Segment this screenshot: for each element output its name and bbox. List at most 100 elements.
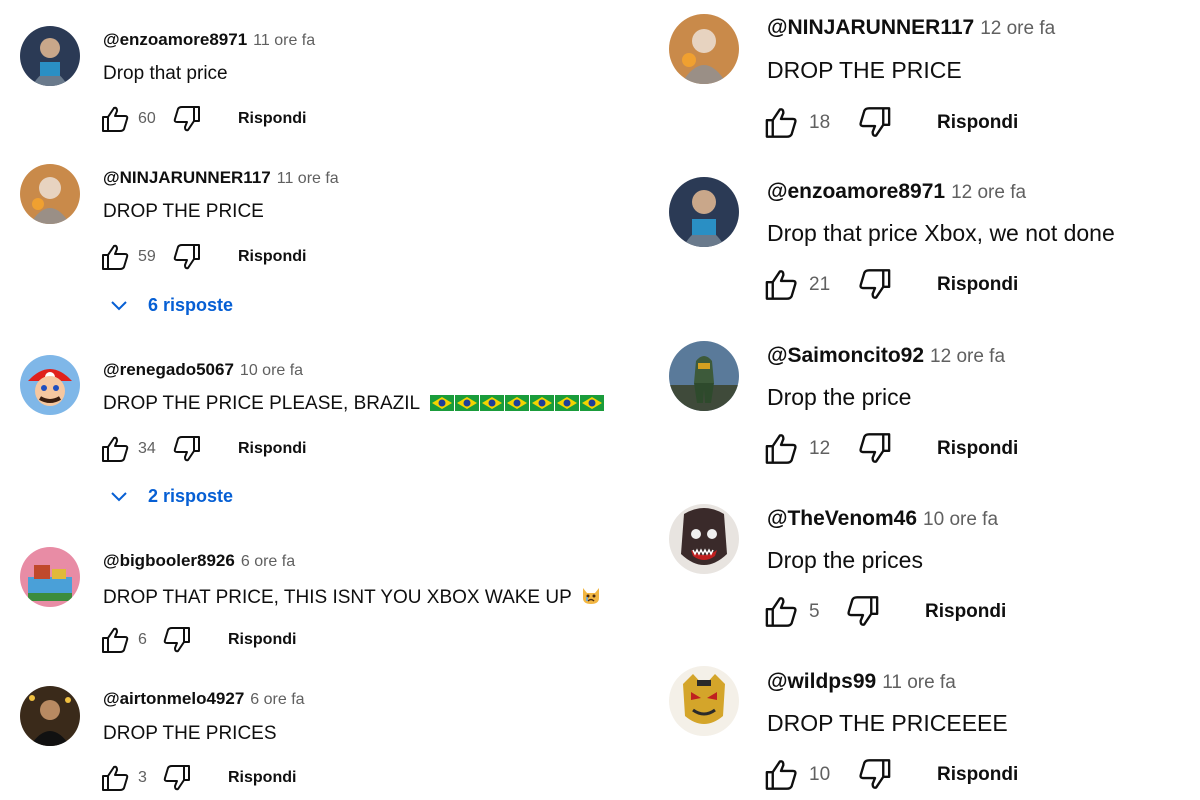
comment-actions: 3 Rispondi xyxy=(100,764,296,792)
comment-time[interactable]: 12 ore fa xyxy=(930,346,1005,367)
avatar[interactable] xyxy=(20,547,80,607)
comment-time[interactable]: 12 ore fa xyxy=(980,18,1055,39)
thumb-up-icon xyxy=(765,597,797,627)
comment-author[interactable]: @bigbooler8926 xyxy=(103,551,235,570)
comment-text: DROP THAT PRICE, THIS ISNT YOU XBOX WAKE… xyxy=(103,584,602,609)
comment-actions: 12 Rispondi xyxy=(763,432,1018,465)
like-button[interactable] xyxy=(100,105,130,133)
dislike-button[interactable] xyxy=(857,106,893,139)
thumb-up-icon xyxy=(765,434,797,464)
dislike-button[interactable] xyxy=(857,432,893,465)
comment-time[interactable]: 11 ore fa xyxy=(253,32,315,49)
brazil-flag-icon xyxy=(479,395,504,411)
like-button[interactable] xyxy=(763,758,799,791)
thumb-down-icon xyxy=(859,433,891,463)
like-button[interactable] xyxy=(763,106,799,139)
avatar[interactable] xyxy=(669,666,739,736)
dislike-button[interactable] xyxy=(845,595,881,628)
comment-author[interactable]: @wildps99 xyxy=(767,670,876,693)
reply-button[interactable]: Rispondi xyxy=(238,110,306,128)
comment-author[interactable]: @renegado5067 xyxy=(103,360,234,379)
comment-author[interactable]: @Saimoncito92 xyxy=(767,344,924,367)
reply-button[interactable]: Rispondi xyxy=(937,764,1018,786)
like-button[interactable] xyxy=(100,626,130,654)
reply-button[interactable]: Rispondi xyxy=(937,112,1018,134)
dislike-button[interactable] xyxy=(162,626,192,654)
comment-time[interactable]: 12 ore fa xyxy=(951,182,1026,203)
dislike-button[interactable] xyxy=(162,764,192,792)
avatar[interactable] xyxy=(669,341,739,411)
reply-button[interactable]: Rispondi xyxy=(937,274,1018,296)
brazil-flag-icon xyxy=(529,395,554,411)
thumb-down-icon xyxy=(859,269,891,299)
like-button[interactable] xyxy=(100,243,130,271)
view-replies-button[interactable]: 2 risposte xyxy=(108,485,233,507)
comment-author[interactable]: @enzoamore8971 xyxy=(103,30,247,49)
like-button[interactable] xyxy=(763,432,799,465)
comment-time[interactable]: 6 ore fa xyxy=(250,691,304,708)
reply-button[interactable]: Rispondi xyxy=(228,769,296,787)
comment-time[interactable]: 6 ore fa xyxy=(241,553,295,570)
comment-header: @NINJARUNNER117 12 ore fa xyxy=(767,16,1055,40)
comment-text: DROP THE PRICE PLEASE, BRAZIL xyxy=(103,393,604,415)
comment-header: @NINJARUNNER117 11 ore fa xyxy=(103,168,339,188)
avatar[interactable] xyxy=(669,504,739,574)
thumb-up-icon xyxy=(102,436,129,462)
thumb-up-icon xyxy=(102,765,129,791)
comment-header: @Saimoncito92 12 ore fa xyxy=(767,344,1005,368)
dislike-button[interactable] xyxy=(857,268,893,301)
view-replies-button[interactable]: 6 risposte xyxy=(108,294,233,316)
comment-header: @airtonmelo4927 6 ore fa xyxy=(103,689,305,709)
brazil-flag-icon xyxy=(429,395,454,411)
reply-button[interactable]: Rispondi xyxy=(238,248,306,266)
comment-author[interactable]: @airtonmelo4927 xyxy=(103,689,244,708)
comment-actions: 59 Rispondi xyxy=(100,243,306,271)
like-count: 5 xyxy=(809,600,820,622)
like-button[interactable] xyxy=(763,268,799,301)
comment-author[interactable]: @NINJARUNNER117 xyxy=(103,168,271,187)
comment-time[interactable]: 10 ore fa xyxy=(240,362,303,379)
dislike-button[interactable] xyxy=(172,243,202,271)
dislike-button[interactable] xyxy=(172,105,202,133)
comment-author[interactable]: @TheVenom46 xyxy=(767,507,917,530)
avatar[interactable] xyxy=(669,177,739,247)
comment-author[interactable]: @NINJARUNNER117 xyxy=(767,16,974,39)
comment-actions: 5 Rispondi xyxy=(763,595,1006,628)
like-count: 3 xyxy=(138,769,147,786)
avatar[interactable] xyxy=(20,355,80,415)
like-button[interactable] xyxy=(763,595,799,628)
replies-count: 6 risposte xyxy=(148,294,234,315)
thumb-up-icon xyxy=(102,106,129,132)
like-count: 12 xyxy=(809,437,831,459)
dislike-button[interactable] xyxy=(857,758,893,791)
thumb-down-icon xyxy=(173,106,200,132)
comment-actions: 34 Rispondi xyxy=(100,435,306,463)
comment-time[interactable]: 10 ore fa xyxy=(923,509,998,530)
comment-time[interactable]: 11 ore fa xyxy=(882,672,956,693)
avatar[interactable] xyxy=(669,14,739,84)
avatar[interactable] xyxy=(20,686,80,746)
reply-button[interactable]: Rispondi xyxy=(937,438,1018,460)
like-button[interactable] xyxy=(100,764,130,792)
comment-header: @TheVenom46 10 ore fa xyxy=(767,507,998,531)
comment-text: DROP THE PRICE xyxy=(103,201,264,222)
avatar[interactable] xyxy=(20,26,80,86)
crying-cat-face-icon xyxy=(582,588,599,604)
comment-author[interactable]: @enzoamore8971 xyxy=(767,180,945,203)
comment-actions: 60 Rispondi xyxy=(100,105,306,133)
reply-button[interactable]: Rispondi xyxy=(228,631,296,649)
dislike-button[interactable] xyxy=(172,435,202,463)
like-button[interactable] xyxy=(100,435,130,463)
comment-header: @enzoamore8971 11 ore fa xyxy=(103,30,315,50)
reply-button[interactable]: Rispondi xyxy=(238,440,306,458)
thumb-up-icon xyxy=(765,108,797,138)
comment-time[interactable]: 11 ore fa xyxy=(277,170,339,187)
comment-text: DROP THE PRICEEEE xyxy=(767,710,1008,736)
avatar[interactable] xyxy=(20,164,80,224)
brazil-flag-icon xyxy=(504,395,529,411)
brazil-flag-emojis xyxy=(429,393,604,414)
comment-text-content: DROP THE PRICE PLEASE, BRAZIL xyxy=(103,393,420,414)
reply-button[interactable]: Rispondi xyxy=(925,601,1006,623)
comment-text: DROP THE PRICES xyxy=(103,723,277,744)
brazil-flag-icon xyxy=(454,395,479,411)
